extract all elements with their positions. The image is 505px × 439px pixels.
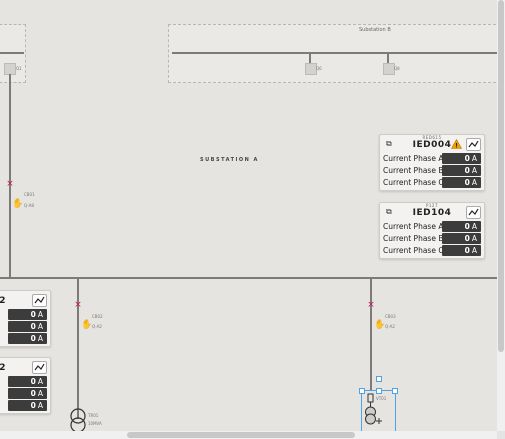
trend-chart-icon[interactable] [32,361,47,374]
substation-b-title: Substation B [359,27,391,33]
hand-icon[interactable]: ✋ [81,320,92,330]
ied-row-label: Current Phase A [383,222,444,231]
ied-panel-ied004[interactable]: ⧉ RED615 IED004 ! Current Phase A0A Curr… [379,134,485,191]
ied-row-value: 0A [8,376,47,387]
cb02-code: Q-A2 [92,324,102,329]
ied-row-value: 0A [442,165,481,176]
ied-panel-ied104[interactable]: ⧉ P127 IED104 Current Phase A0A Current … [379,202,485,259]
ied-row-value: 0A [8,321,47,332]
transformer-sub: 10MVA [88,421,102,426]
selection-handle[interactable] [376,376,382,382]
ied-row-value: 0A [8,309,47,320]
node-q6-label: Q6 [316,66,322,71]
transformer-label: TR01 [88,413,99,418]
ied-row-value: 0A [442,153,481,164]
ied-panel-left-1[interactable]: 2 0A 0A 0A [0,290,51,347]
ied-row-label: Current Phase A [383,154,444,163]
ied-row-label: Current Phase C [383,178,444,187]
warning-icon[interactable]: ! [451,139,462,149]
hand-icon[interactable]: ✋ [12,199,23,209]
ied-row-value: 0A [442,245,481,256]
busbar-left-top [0,52,24,54]
scrollbar-corner [497,431,505,439]
ied-row-label: Current Phase B [383,234,444,243]
diagram-canvas[interactable]: Q1 Substation B Q6 Q8 × CB01 ✋ Q-A8 SUBS… [0,0,497,431]
ied-row-value: 0A [8,333,47,344]
transformer-icon[interactable] [68,408,88,431]
hand-icon[interactable]: ✋ [374,320,385,330]
horizontal-scrollbar[interactable] [0,431,505,439]
ied-row-value: 0A [442,221,481,232]
node-q8-label: Q8 [394,66,400,71]
cb01-code: Q-A8 [24,203,34,208]
breaker-x-icon[interactable]: × [6,180,14,189]
horizontal-scroll-thumb[interactable] [127,432,355,438]
vertical-scrollbar[interactable] [497,0,505,431]
ied-row-label: Current Phase B [383,166,444,175]
node-q1-label: Q1 [16,66,22,71]
ied-row-value: 0A [8,388,47,399]
generator-label: VT01 [376,396,387,401]
breaker-x-icon[interactable]: × [74,301,82,310]
trend-chart-icon[interactable] [466,206,481,219]
ied-panel-left-2[interactable]: 2 0A 0A 0A [0,357,51,414]
ied-row-value: 0A [8,400,47,411]
ied-row-value: 0A [442,177,481,188]
ied-row-label: Current Phase C [383,246,444,255]
feeder-line-cb03 [370,279,372,391]
trend-chart-icon[interactable] [32,294,47,307]
vertical-scroll-thumb[interactable] [498,0,504,352]
svg-text:!: ! [455,143,458,149]
ied-title: 2 [0,363,6,373]
cb03-label: CB03 [385,314,396,319]
cb03-code: Q-A2 [385,324,395,329]
busbar-substation-b [172,52,497,54]
selection-handle[interactable] [392,388,398,394]
cb01-label: CB01 [24,192,35,197]
ied-row-value: 0A [442,233,481,244]
section-label: SUBSTATION A [200,157,259,163]
feeder-line-left [9,74,11,278]
ied-title: 2 [0,296,6,306]
breaker-x-icon[interactable]: × [367,301,375,310]
trend-chart-icon[interactable] [466,138,481,151]
main-busbar [0,277,497,279]
cb02-label: CB02 [92,314,103,319]
